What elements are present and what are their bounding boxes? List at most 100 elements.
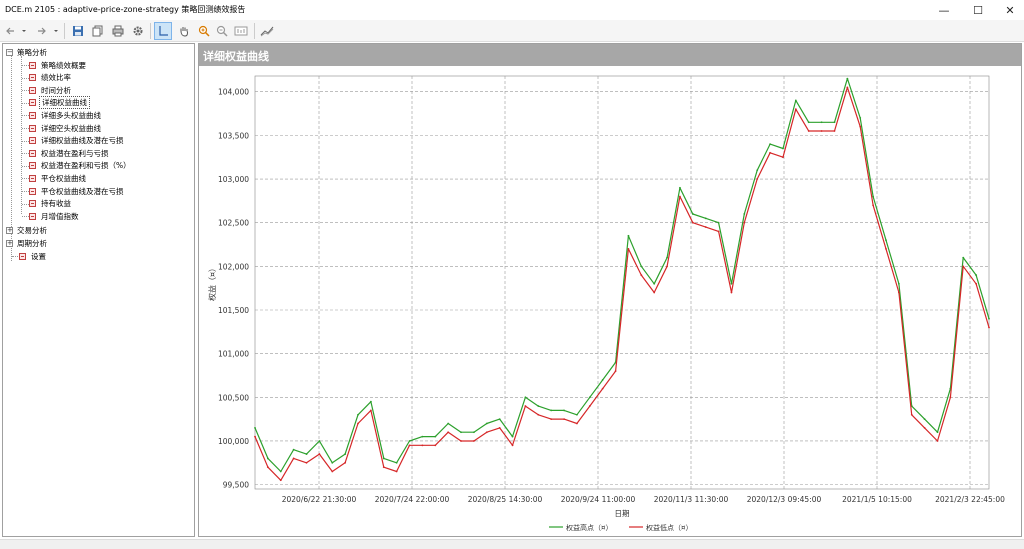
report-page-icon <box>29 74 36 82</box>
fit-icon[interactable] <box>232 22 250 40</box>
tree-node-strategy-item[interactable]: 详细多头权益曲线 <box>29 109 103 121</box>
equity-chart[interactable]: 99,500 100,000 100,500 101,000 101,500 102,00… <box>199 66 1021 536</box>
data-point <box>447 431 450 434</box>
tree-line <box>22 128 29 129</box>
zoom-in-icon[interactable] <box>196 22 212 40</box>
tree-node-strategy-item[interactable]: 详细空头权益曲线 <box>29 122 103 134</box>
data-point <box>923 418 926 421</box>
tree-node-trade[interactable]: + 交易分析 <box>6 224 49 236</box>
zoom-out-icon[interactable] <box>214 22 230 40</box>
data-point <box>408 440 411 442</box>
data-point <box>460 440 462 442</box>
data-point <box>627 247 630 250</box>
data-point <box>369 400 372 403</box>
hand-icon[interactable] <box>176 22 192 40</box>
tree-node-period[interactable]: + 周期分析 <box>6 237 49 249</box>
data-point <box>395 470 398 473</box>
data-point <box>666 256 668 259</box>
tree-node-strategy-item[interactable]: 详细权益曲线及潜在亏损 <box>29 135 126 147</box>
tree-node-label: 平仓权益曲线 <box>41 173 86 183</box>
report-page-icon <box>29 212 36 220</box>
crosshair-icon[interactable] <box>154 22 172 40</box>
tree-node-strategy-item[interactable]: 权益潜在盈利和亏损（%） <box>29 160 133 172</box>
data-point <box>988 326 990 329</box>
save-icon[interactable] <box>70 22 86 40</box>
back-dropdown-icon[interactable] <box>20 22 28 40</box>
arrow-left-icon[interactable] <box>4 22 18 40</box>
data-point <box>691 221 694 224</box>
data-point <box>897 291 900 294</box>
maximize-button[interactable]: ☐ <box>962 0 994 20</box>
data-point <box>254 426 256 429</box>
data-point <box>743 213 746 215</box>
data-point <box>485 422 488 425</box>
chart-icon[interactable] <box>258 22 276 40</box>
data-point <box>369 409 372 412</box>
data-point <box>511 435 514 438</box>
close-button[interactable]: ✕ <box>994 0 1024 20</box>
data-point <box>936 431 939 434</box>
tree-node-strategy-item[interactable]: 权益潜在盈利与亏损 <box>29 147 111 159</box>
forward-dropdown-icon[interactable] <box>52 22 60 40</box>
plot-area <box>254 75 990 490</box>
report-page-icon <box>29 86 36 94</box>
data-point <box>730 291 733 294</box>
toolbar <box>0 20 1024 42</box>
tree-node-label: 交易分析 <box>17 225 47 235</box>
tree-node-strategy-item[interactable]: 平仓权益曲线及潜在亏损 <box>29 185 126 197</box>
report-page-icon <box>29 124 36 132</box>
minimize-button[interactable]: — <box>928 0 960 20</box>
tree-node-strategy-item[interactable]: 策略绩效概要 <box>29 59 88 71</box>
x-tick-label: 2020/11/3 11:30:00 <box>654 495 729 504</box>
panel-title: 详细权益曲线 <box>199 44 1021 66</box>
tree-line <box>22 153 29 155</box>
data-point <box>653 282 656 285</box>
tree-node-strategy-item[interactable]: 绩效比率 <box>29 72 73 84</box>
data-point <box>357 413 359 416</box>
expand-icon[interactable]: + <box>6 239 13 247</box>
data-point <box>769 151 771 154</box>
data-point <box>279 479 282 482</box>
expand-icon[interactable]: + <box>6 226 13 234</box>
tree-node-label: 持有收益 <box>41 199 71 209</box>
x-tick-label: 2020/8/25 14:30:00 <box>468 495 543 504</box>
gear-icon[interactable] <box>130 22 146 40</box>
data-point <box>588 396 591 399</box>
status-bar <box>0 539 1024 549</box>
y-tick-label: 103,500 <box>218 131 249 140</box>
tree-node-strategy[interactable]: − 策略分析 <box>6 46 49 58</box>
data-point <box>305 461 308 464</box>
collapse-icon[interactable]: − <box>6 48 13 56</box>
report-page-icon <box>29 61 36 69</box>
arrow-right-icon[interactable] <box>34 22 48 40</box>
y-tick-label: 103,000 <box>218 175 249 184</box>
tree-node-strategy-item[interactable]: 持有收益 <box>29 198 73 210</box>
data-point <box>653 291 656 294</box>
y-tick-label: 102,000 <box>218 262 249 271</box>
y-axis-label: 权益（¤） <box>207 264 217 301</box>
legend-label: 权益高点（¤） <box>566 523 612 532</box>
data-point <box>473 431 475 434</box>
data-point <box>266 466 269 469</box>
data-point <box>807 121 810 124</box>
data-point <box>382 466 385 469</box>
data-point <box>318 440 321 442</box>
tree-node-strategy-item[interactable]: 平仓权益曲线 <box>29 172 88 184</box>
data-point <box>730 282 733 285</box>
x-tick-label: 2021/2/3 22:45:00 <box>935 495 1005 504</box>
tree-node-strategy-item[interactable]: 月增值指数 <box>29 210 81 222</box>
tree-node-label: 详细权益曲线及潜在亏损 <box>41 136 124 146</box>
print-icon[interactable] <box>110 22 126 40</box>
data-point <box>254 435 256 438</box>
data-point <box>962 256 965 259</box>
data-point <box>550 409 553 412</box>
copy-icon[interactable] <box>90 22 106 40</box>
data-point <box>601 387 604 390</box>
report-page-icon <box>29 174 36 182</box>
tree-node-settings[interactable]: 设置 <box>19 250 48 262</box>
tree-node-strategy-item[interactable]: 详细权益曲线 <box>29 96 90 110</box>
data-point <box>717 230 720 233</box>
x-tick-label: 2020/7/24 22:00:00 <box>375 495 450 504</box>
tree-node-strategy-item[interactable]: 时间分析 <box>29 84 73 96</box>
data-point <box>833 121 836 124</box>
